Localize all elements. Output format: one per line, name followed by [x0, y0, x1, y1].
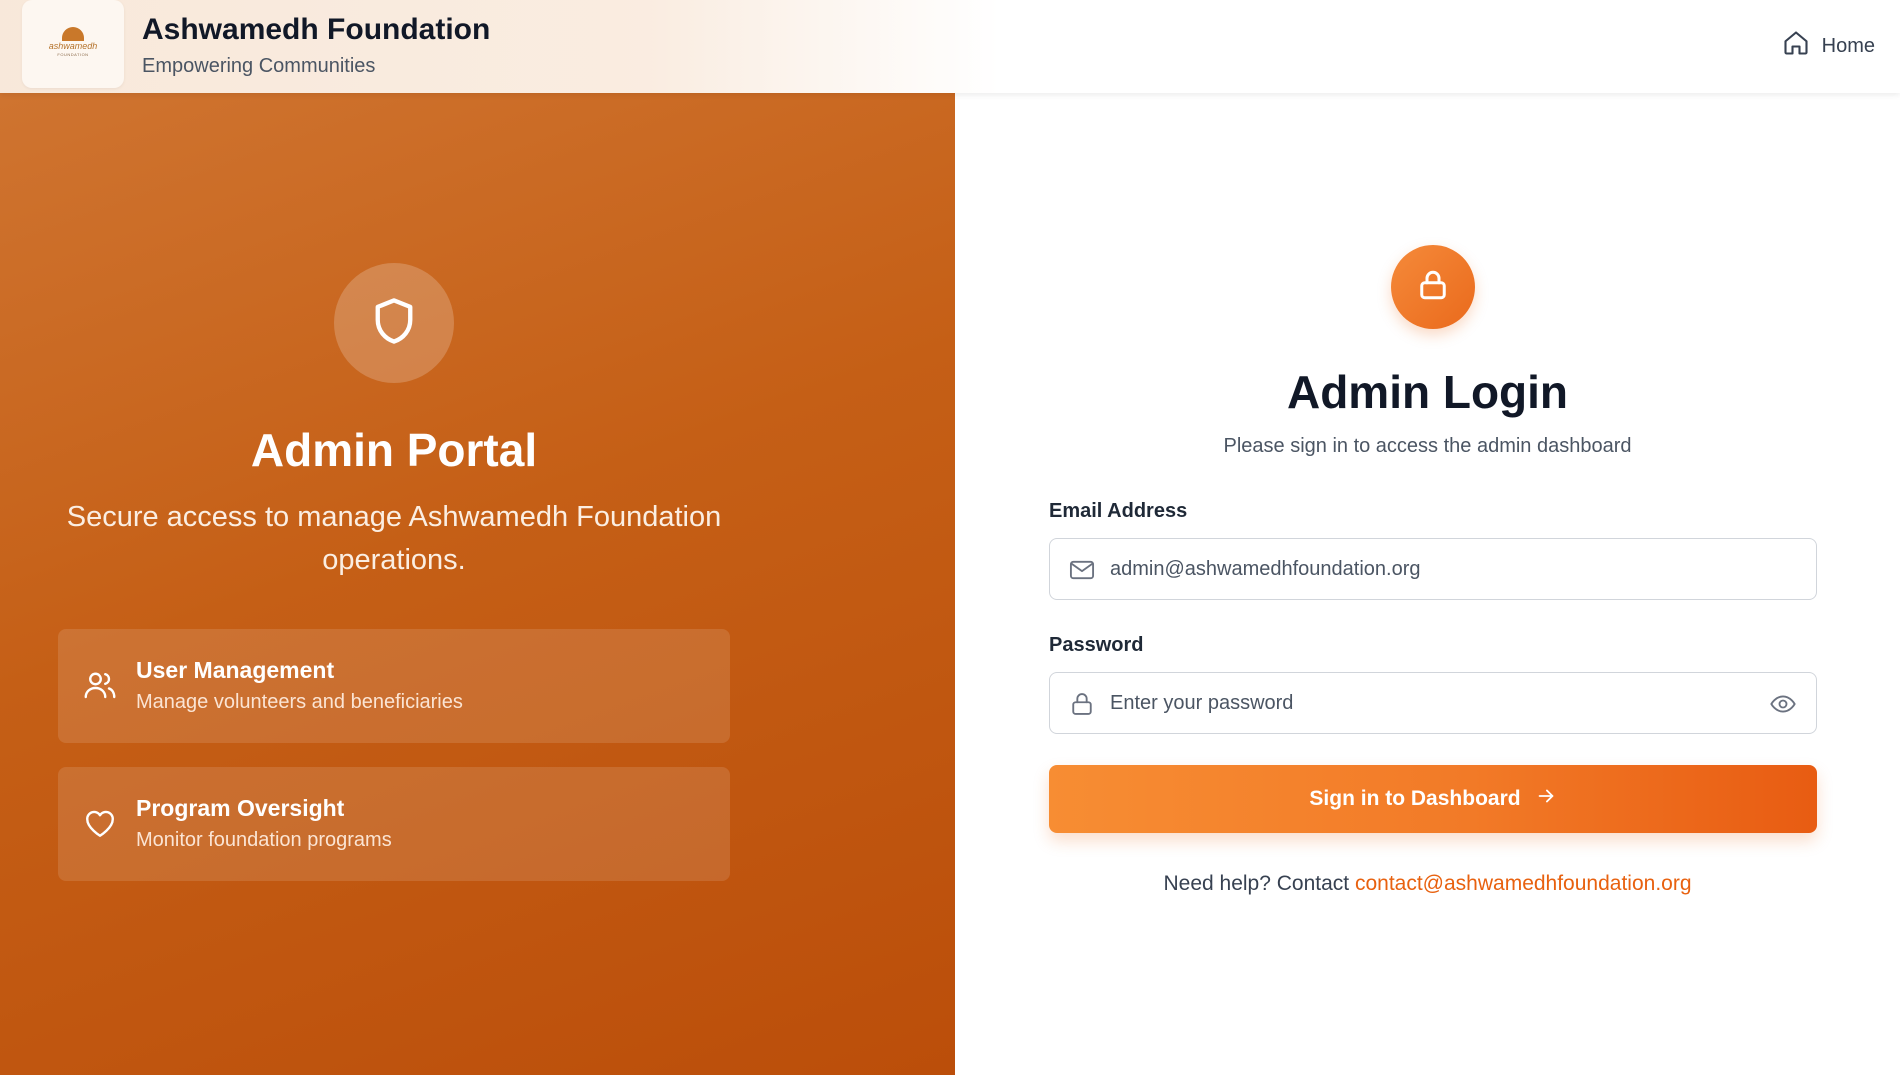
- portal-description: Secure access to manage Ashwamedh Founda…: [66, 501, 722, 576]
- portal-title: Admin Portal: [250, 424, 538, 476]
- feature-description: Monitor foundation programs: [136, 829, 392, 851]
- lock-icon: [1068, 690, 1096, 718]
- site-title: Ashwamedh Foundation: [142, 13, 491, 46]
- password-label: Password: [1049, 634, 1144, 656]
- lock-icon: [1415, 267, 1451, 308]
- users-icon: [82, 667, 118, 703]
- contact-email-link[interactable]: contact@ashwamedhfoundation.org: [1355, 872, 1692, 895]
- email-field[interactable]: [1049, 538, 1817, 600]
- arrow-right-icon: [1535, 785, 1557, 813]
- help-prefix: Need help? Contact: [1163, 872, 1350, 895]
- logo-sun-shape: [62, 27, 84, 41]
- show-password-icon[interactable]: [1768, 690, 1798, 718]
- feature-title: User Management: [136, 657, 335, 683]
- shield-badge: [334, 263, 454, 383]
- logo-mark: ashwamedh FOUNDATION: [40, 27, 106, 61]
- mail-icon: [1068, 556, 1096, 584]
- password-input[interactable]: [1110, 673, 1750, 733]
- help-text: Need help? Contact contact@ashwamedhfoun…: [955, 872, 1900, 896]
- email-input[interactable]: [1110, 539, 1750, 599]
- logo-text: ashwamedh: [48, 41, 98, 51]
- home-label: Home: [1821, 34, 1875, 57]
- lock-badge: [1391, 245, 1475, 329]
- feature-card-user-management: User Management Manage volunteers and be…: [58, 629, 730, 743]
- sign-in-label: Sign in to Dashboard: [1309, 787, 1521, 810]
- feature-title: Program Oversight: [136, 795, 345, 821]
- feature-card-program-oversight: Program Oversight Monitor foundation pro…: [58, 767, 730, 881]
- logo-subtext: FOUNDATION: [57, 52, 89, 57]
- home-link[interactable]: Home: [1782, 30, 1875, 62]
- home-icon: [1782, 29, 1810, 63]
- password-field[interactable]: [1049, 672, 1817, 734]
- site-tagline: Empowering Communities: [142, 55, 376, 77]
- login-subtitle: Please sign in to access the admin dashb…: [1223, 435, 1632, 457]
- sign-in-button[interactable]: Sign in to Dashboard: [1049, 765, 1817, 833]
- shield-icon: [368, 295, 420, 352]
- admin-portal-panel: Admin Portal Secure access to manage Ash…: [0, 93, 955, 1075]
- email-label: Email Address: [1049, 500, 1188, 522]
- top-header: ashwamedh FOUNDATION Ashwamedh Foundatio…: [0, 0, 1900, 93]
- heart-icon: [82, 805, 118, 841]
- login-title: Admin Login: [1286, 366, 1569, 418]
- logo[interactable]: ashwamedh FOUNDATION: [22, 0, 124, 88]
- feature-description: Manage volunteers and beneficiaries: [136, 691, 463, 713]
